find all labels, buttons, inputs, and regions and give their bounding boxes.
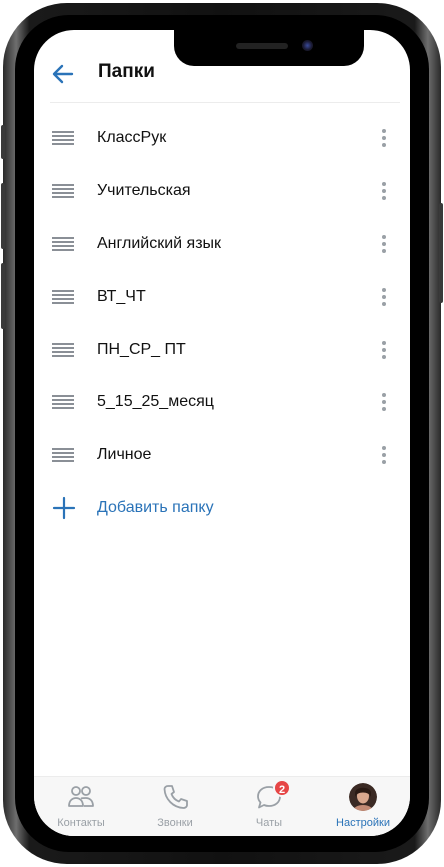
drag-handle-icon[interactable] (52, 236, 74, 252)
more-vertical-icon (382, 393, 386, 412)
avatar (349, 783, 377, 811)
header-divider (50, 102, 400, 103)
more-options-button[interactable] (374, 126, 394, 150)
folder-name: Личное (97, 446, 152, 464)
more-vertical-icon (382, 234, 386, 253)
add-folder-button[interactable]: Добавить папку (34, 482, 410, 534)
plus-icon (52, 496, 76, 520)
drag-handle-icon[interactable] (52, 447, 74, 463)
more-vertical-icon (382, 340, 386, 359)
tab-settings[interactable]: Настройки (316, 777, 410, 836)
mute-switch (1, 125, 5, 159)
drag-handle-icon[interactable] (52, 394, 74, 410)
folder-name: Английский язык (97, 234, 222, 252)
more-options-button[interactable] (374, 179, 394, 203)
folder-name: ВТ_ЧТ (97, 287, 146, 305)
folder-row[interactable]: КлассРук (34, 112, 410, 165)
folder-name: 5_15_25_месяц (97, 393, 214, 411)
more-options-button[interactable] (374, 443, 394, 467)
tab-calls[interactable]: Звонки (128, 777, 222, 836)
tab-contacts[interactable]: Контакты (34, 777, 128, 836)
page-header: Папки (34, 30, 410, 102)
back-button[interactable] (48, 60, 78, 88)
folder-list: КлассРук Учительская Английский язык ВТ_… (34, 112, 410, 482)
contacts-icon (68, 786, 94, 807)
volume-down-button (1, 263, 5, 329)
tab-chats[interactable]: 2 Чаты (222, 777, 316, 836)
app-screen: Папки КлассРук Учительская Английский яз… (34, 30, 410, 836)
more-options-button[interactable] (374, 232, 394, 256)
drag-handle-icon[interactable] (52, 130, 74, 146)
tab-label: Звонки (157, 817, 193, 829)
folder-name: Учительская (97, 182, 191, 200)
more-vertical-icon (382, 287, 386, 306)
folder-row[interactable]: ВТ_ЧТ (34, 270, 410, 323)
arrow-left-icon (52, 64, 74, 84)
page-title: Папки (98, 61, 155, 82)
phone-icon (163, 785, 188, 809)
add-folder-label: Добавить папку (97, 499, 214, 516)
more-options-button[interactable] (374, 285, 394, 309)
folder-name: КлассРук (97, 129, 167, 147)
more-vertical-icon (382, 129, 386, 148)
unread-badge: 2 (273, 779, 292, 797)
volume-up-button (1, 183, 5, 249)
folder-row[interactable]: Учительская (34, 165, 410, 218)
folder-row[interactable]: Личное (34, 429, 410, 482)
bottom-tab-bar: Контакты Звонки 2 Чаты Настройки (34, 776, 410, 836)
folder-row[interactable]: ПН_СР_ ПТ (34, 323, 410, 376)
drag-handle-icon[interactable] (52, 183, 74, 199)
power-button (439, 203, 443, 303)
tab-label: Контакты (57, 817, 105, 829)
folder-row[interactable]: 5_15_25_месяц (34, 376, 410, 429)
folder-row[interactable]: Английский язык (34, 218, 410, 271)
tab-label: Настройки (336, 817, 390, 829)
more-options-button[interactable] (374, 338, 394, 362)
folder-name: ПН_СР_ ПТ (97, 340, 186, 358)
drag-handle-icon[interactable] (52, 289, 74, 305)
drag-handle-icon[interactable] (52, 342, 74, 358)
more-options-button[interactable] (374, 390, 394, 414)
more-vertical-icon (382, 182, 386, 201)
more-vertical-icon (382, 446, 386, 465)
tab-label: Чаты (255, 817, 283, 829)
